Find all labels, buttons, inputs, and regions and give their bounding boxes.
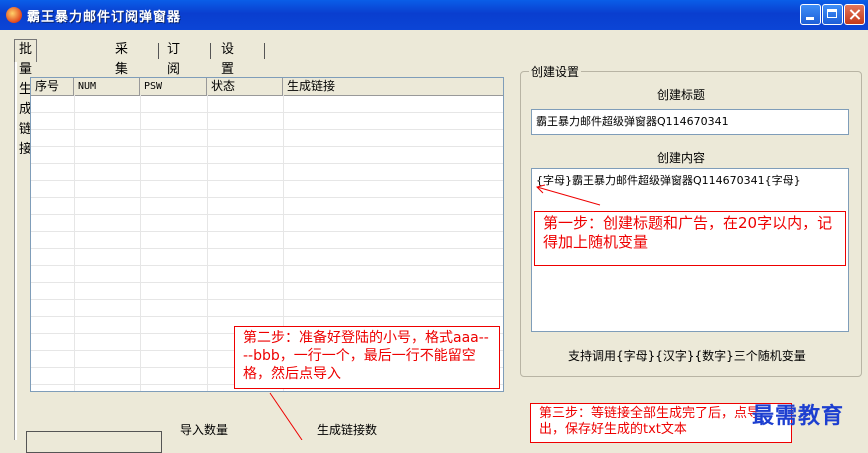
step2-arrow (269, 392, 303, 440)
watermark-logo: 最需教育 (752, 404, 845, 429)
step1-arrow (536, 186, 601, 206)
step1-annotation: 第一步：创建标题和广告，在20字以内，记得加上随机变量 (534, 211, 846, 266)
step2-annotation: 第二步：准备好登陆的小号，格式aaa----bbb，一行一个，最后一行不能留空格… (234, 326, 500, 389)
